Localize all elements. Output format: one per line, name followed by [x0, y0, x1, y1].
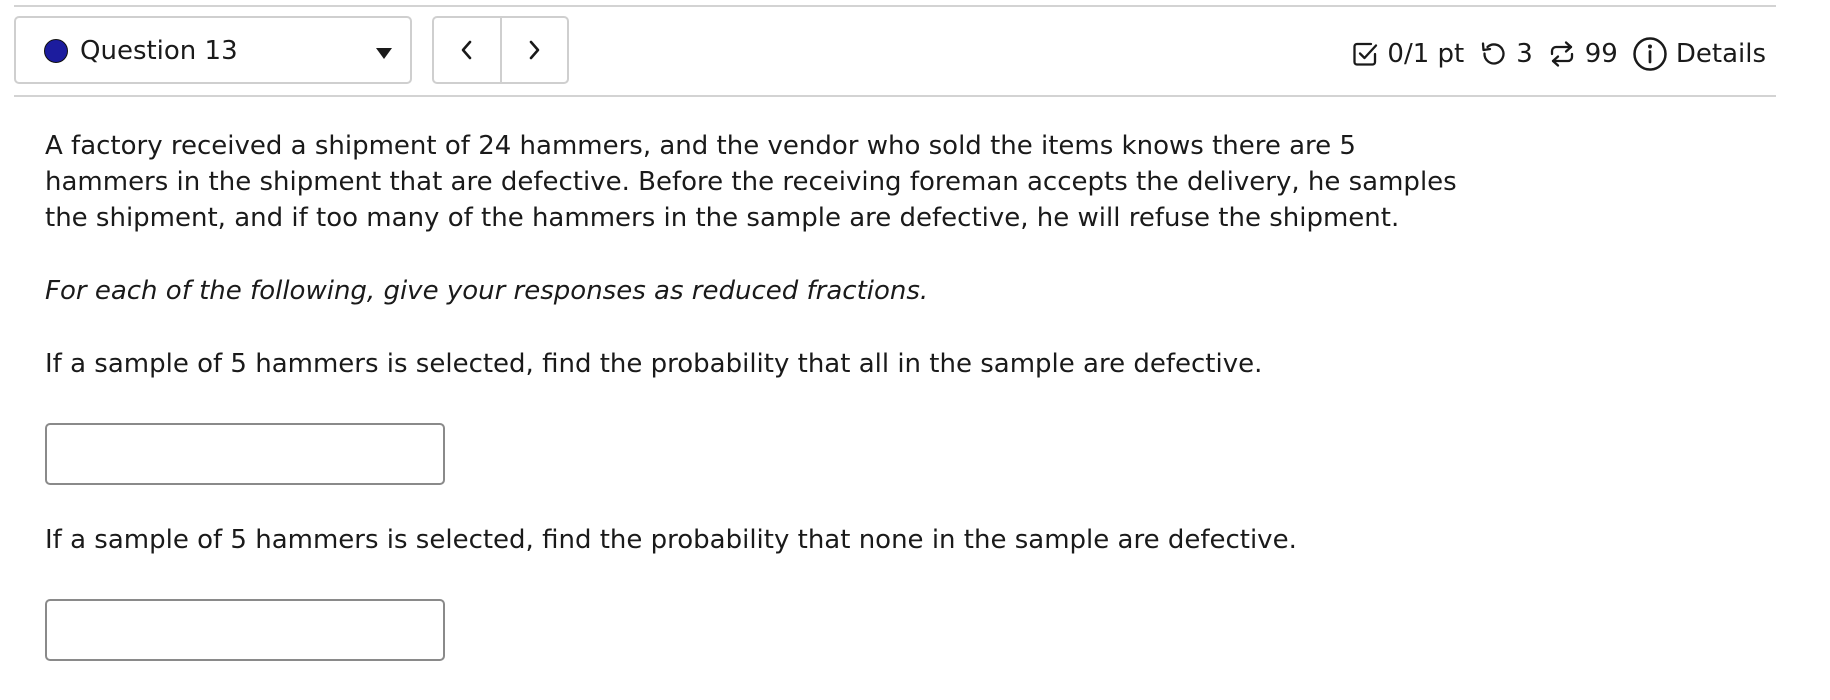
- question-selector-label: Question 13: [80, 36, 238, 66]
- question-navigation: [432, 16, 569, 84]
- attempts-indicator: 99: [1547, 39, 1618, 69]
- details-label: Details: [1675, 39, 1766, 69]
- chevron-right-icon: [529, 40, 540, 60]
- chevron-left-icon: [461, 40, 472, 60]
- next-question-button[interactable]: [499, 18, 568, 82]
- question-status-dot: [44, 39, 68, 63]
- retries-indicator: 3: [1478, 39, 1533, 69]
- caret-down-icon: [376, 48, 392, 59]
- header-divider: [14, 95, 1776, 97]
- previous-question-button[interactable]: [434, 18, 500, 82]
- question-instruction: For each of the following, give your res…: [45, 276, 929, 306]
- retry-icon: [1482, 42, 1505, 65]
- answer-input-2[interactable]: [45, 599, 445, 661]
- retries-text: 3: [1516, 39, 1533, 69]
- repeat-icon: [1550, 41, 1573, 67]
- info-icon: [1633, 37, 1667, 71]
- answer-input-1[interactable]: [45, 423, 445, 485]
- top-divider: [14, 5, 1776, 7]
- question-body: A factory received a shipment of 24 hamm…: [45, 128, 1485, 555]
- question-selector[interactable]: Question 13: [14, 16, 412, 84]
- question-part-2-prompt: If a sample of 5 hammers is selected, fi…: [45, 525, 1297, 555]
- question-intro: A factory received a shipment of 24 hamm…: [45, 131, 1457, 233]
- points-text: 0/1 pt: [1387, 39, 1465, 69]
- details-button[interactable]: Details: [1632, 36, 1766, 72]
- question-part-1-prompt: If a sample of 5 hammers is selected, fi…: [45, 349, 1263, 379]
- points-indicator: 0/1 pt: [1351, 39, 1464, 69]
- question-status-bar: 0/1 pt 3 99 Details: [1351, 34, 1766, 74]
- attempts-text: 99: [1584, 39, 1618, 69]
- checkbox-icon: [1353, 42, 1378, 66]
